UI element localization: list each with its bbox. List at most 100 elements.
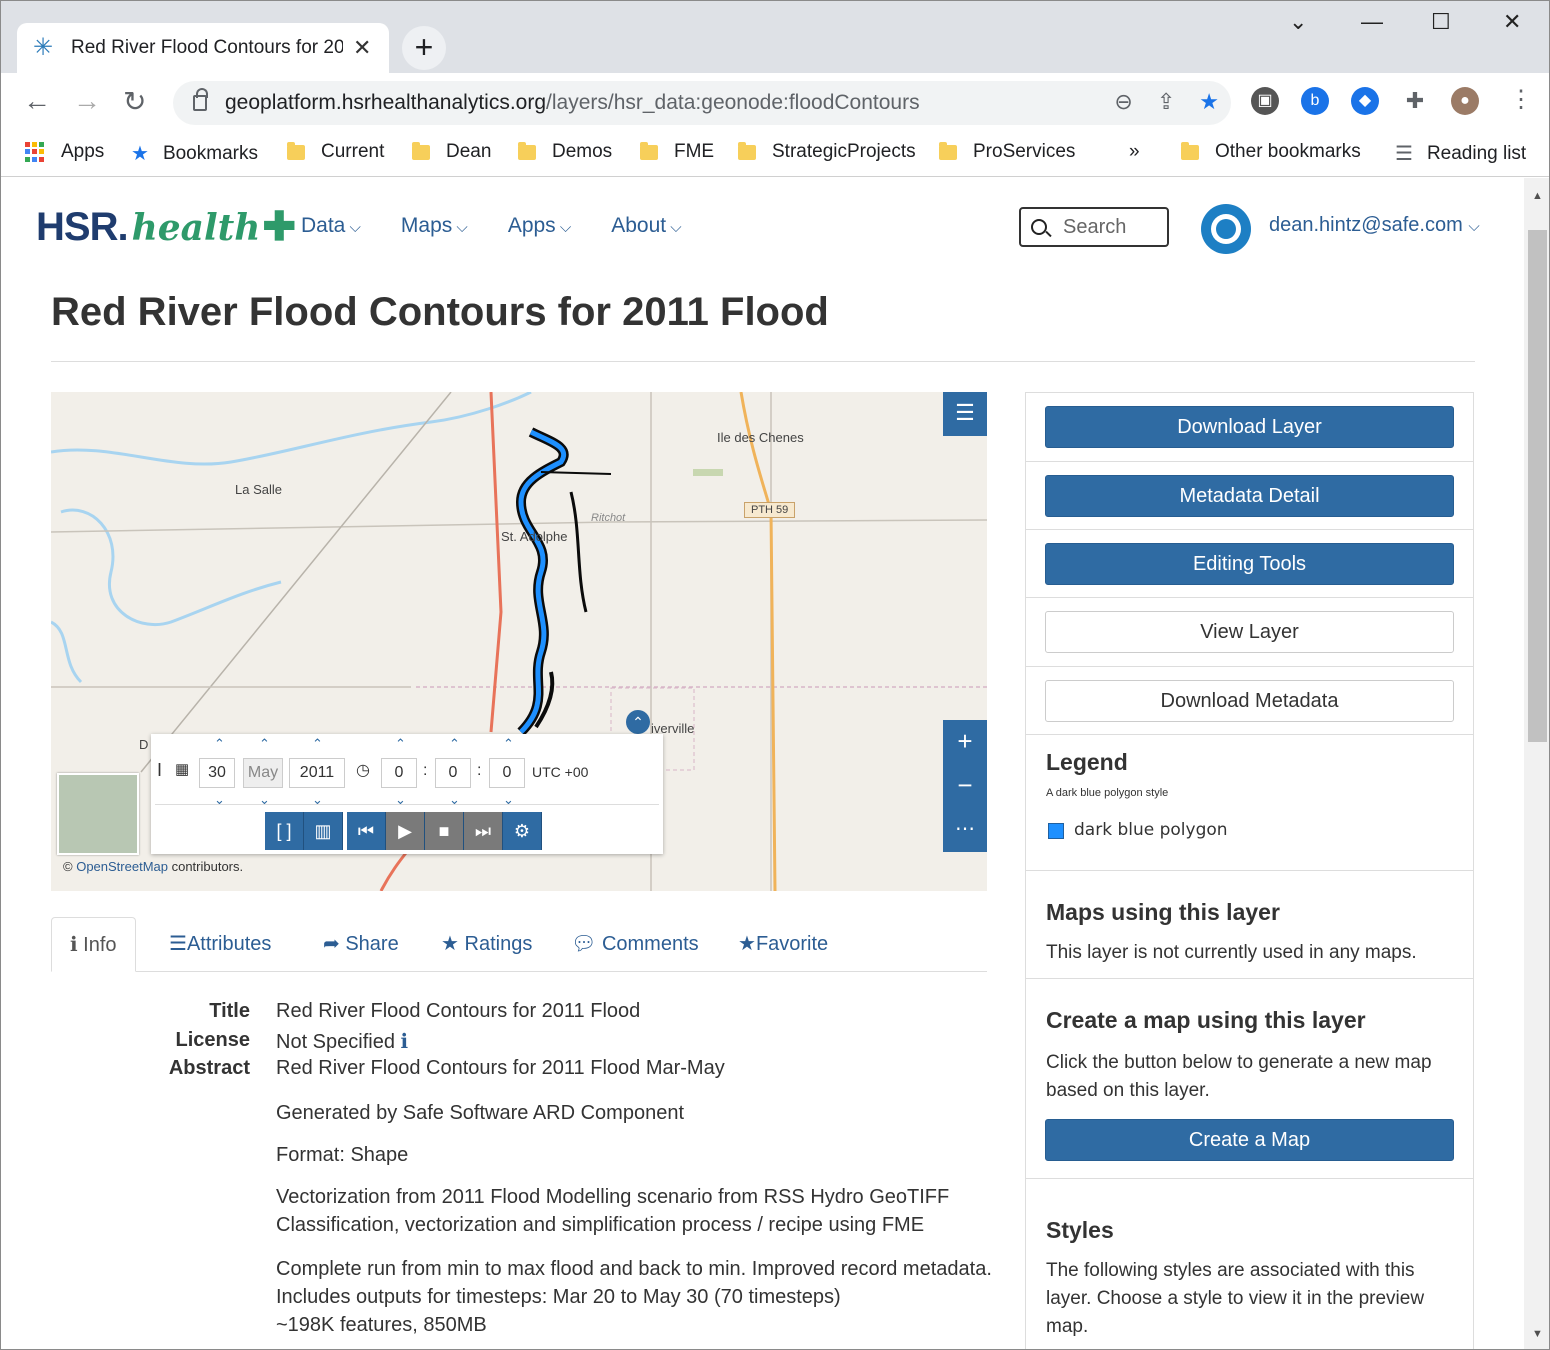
tab-info[interactable]: ℹ Info: [51, 917, 136, 972]
editing-tools-button[interactable]: Editing Tools: [1045, 543, 1454, 585]
play-icon[interactable]: ▶: [386, 812, 425, 850]
scroll-down-arrow-icon[interactable]: ▼: [1532, 1328, 1543, 1340]
menu-dots-icon[interactable]: ⋮: [1509, 85, 1533, 114]
share-icon[interactable]: ⇪: [1157, 89, 1175, 115]
day-field[interactable]: 30: [199, 758, 235, 788]
bookmark-proservices[interactable]: ProServices: [939, 141, 1075, 163]
forward-arrow-icon[interactable]: →: [73, 85, 101, 117]
bookmark-dean[interactable]: Dean: [412, 141, 491, 163]
year-up-icon[interactable]: ⌃: [312, 736, 323, 752]
bookmark-star-icon[interactable]: ★: [1199, 89, 1219, 115]
map-layers-menu-button[interactable]: ☰: [943, 392, 987, 436]
more-tools-button[interactable]: ⋯: [943, 808, 987, 852]
minute-up-icon[interactable]: ⌃: [449, 736, 460, 752]
scroll-thumb[interactable]: [1528, 230, 1547, 742]
view-layer-button[interactable]: View Layer: [1045, 611, 1454, 653]
user-avatar[interactable]: [1201, 204, 1251, 254]
download-layer-button[interactable]: Download Layer: [1045, 406, 1454, 448]
collapse-up-icon[interactable]: ⌃: [626, 710, 650, 734]
maximize-button[interactable]: ☐: [1431, 9, 1451, 35]
create-map-text: Click the button below to generate a new…: [1046, 1052, 1432, 1073]
reading-list-button[interactable]: ☰ Reading list: [1395, 141, 1526, 166]
minimize-button[interactable]: —: [1361, 9, 1383, 35]
day-down-icon[interactable]: ⌄: [214, 792, 225, 808]
list-icon: ☰: [169, 933, 187, 955]
extension-screen-icon[interactable]: ▣: [1251, 87, 1279, 115]
tab-comments[interactable]: 💬︎ Comments: [571, 917, 699, 972]
zoom-out-button[interactable]: −: [943, 764, 987, 808]
month-up-icon[interactable]: ⌃: [259, 736, 270, 752]
search-input[interactable]: Search: [1019, 207, 1169, 247]
legend-title: Legend: [1046, 749, 1128, 775]
bookmark-strategicprojects[interactable]: StrategicProjects: [738, 141, 916, 163]
metadata-detail-button[interactable]: Metadata Detail: [1045, 475, 1454, 517]
hour-up-icon[interactable]: ⌃: [395, 736, 406, 752]
hour-down-icon[interactable]: ⌄: [395, 792, 406, 808]
bookmark-current[interactable]: Current: [287, 141, 384, 163]
tab-ratings[interactable]: ★ Ratings: [441, 917, 532, 972]
folder-icon: [640, 141, 658, 160]
osm-link[interactable]: OpenStreetMap: [76, 859, 168, 874]
scroll-up-arrow-icon[interactable]: ▲: [1532, 190, 1543, 202]
page-content: HSR. health ✚ Data Maps Apps About Searc…: [1, 178, 1524, 1349]
year-down-icon[interactable]: ⌄: [312, 792, 323, 808]
zoom-icon[interactable]: ⊖: [1114, 89, 1132, 115]
bookmarks-overflow-button[interactable]: »: [1129, 141, 1140, 163]
zoom-in-button[interactable]: +: [943, 720, 987, 764]
profile-avatar-icon[interactable]: ●: [1451, 87, 1479, 115]
nav-data[interactable]: Data: [301, 214, 361, 238]
year-field[interactable]: 2011: [289, 758, 345, 788]
hsr-health-logo[interactable]: HSR. health ✚: [36, 204, 296, 250]
extension-b-icon[interactable]: b: [1301, 87, 1329, 115]
bookmark-other[interactable]: Other bookmarks: [1181, 141, 1361, 163]
time-control: I ▦ ⌃ 30 ⌄ ⌃ May ⌄ ⌃ 2011 ⌄ ◷ ⌃ 0 ⌄ : ⌃ …: [151, 734, 663, 854]
address-bar[interactable]: geoplatform.hsrhealthanalytics.org/layer…: [173, 81, 1231, 125]
lock-icon: [193, 88, 208, 111]
stop-icon[interactable]: ■: [425, 812, 464, 850]
minute-field[interactable]: 0: [435, 758, 471, 788]
hour-field[interactable]: 0: [381, 758, 417, 788]
create-map-button[interactable]: Create a Map: [1045, 1119, 1454, 1161]
map-preview[interactable]: Ile des Chenes La Salle PTH 59 Ritchot S…: [51, 392, 987, 891]
bookmark-fme[interactable]: FME: [640, 141, 714, 163]
bookmark-bookmarks[interactable]: ★ Bookmarks: [131, 141, 258, 166]
close-tab-icon[interactable]: ✕: [353, 35, 371, 61]
legend-label: dark blue polygon: [1074, 820, 1228, 840]
nav-about[interactable]: About: [611, 214, 681, 238]
nav-maps[interactable]: Maps: [401, 214, 468, 238]
extension-bookmark-icon[interactable]: ◆: [1351, 87, 1379, 115]
overview-minimap[interactable]: [57, 773, 139, 855]
minute-down-icon[interactable]: ⌄: [449, 792, 460, 808]
extensions-puzzle-icon[interactable]: ✚: [1401, 87, 1429, 115]
settings-gear-icon[interactable]: ⚙: [503, 812, 542, 850]
download-metadata-button[interactable]: Download Metadata: [1045, 680, 1454, 722]
user-menu[interactable]: dean.hintz@safe.com ⌵: [1269, 214, 1480, 237]
browser-tab[interactable]: ✳ Red River Flood Contours for 2011 ✕: [17, 23, 389, 73]
new-tab-button[interactable]: +: [402, 26, 446, 70]
tab-share[interactable]: ➦ Share: [323, 917, 399, 972]
tab-attributes[interactable]: ☰Attributes: [169, 917, 271, 972]
info-circle-icon[interactable]: ℹ: [401, 1031, 409, 1053]
share-arrow-icon: ➦: [323, 933, 340, 955]
range-brackets-icon[interactable]: [ ]: [265, 812, 304, 850]
reload-icon[interactable]: ↻: [123, 85, 146, 118]
bookmark-apps[interactable]: Apps: [25, 141, 104, 163]
nav-apps[interactable]: Apps: [508, 214, 571, 238]
maps-using-title: Maps using this layer: [1046, 899, 1280, 925]
page-scrollbar[interactable]: ▲ ▼: [1524, 178, 1549, 1349]
step-forward-icon[interactable]: ⏭: [464, 812, 503, 850]
month-down-icon[interactable]: ⌄: [259, 792, 270, 808]
animation-range-icon[interactable]: ▥: [304, 812, 343, 850]
map-label-la-salle: La Salle: [235, 482, 282, 497]
tab-favorite[interactable]: ★Favorite: [738, 917, 828, 972]
second-field[interactable]: 0: [489, 758, 525, 788]
second-up-icon[interactable]: ⌃: [503, 736, 514, 752]
bookmark-demos[interactable]: Demos: [518, 141, 612, 163]
month-field[interactable]: May: [243, 758, 283, 788]
back-arrow-icon[interactable]: ←: [23, 85, 51, 117]
close-window-button[interactable]: ✕: [1503, 9, 1521, 35]
second-down-icon[interactable]: ⌄: [503, 792, 514, 808]
day-up-icon[interactable]: ⌃: [214, 736, 225, 752]
tab-search-icon[interactable]: ⌄: [1289, 9, 1307, 35]
step-back-icon[interactable]: ⏮: [347, 812, 386, 850]
